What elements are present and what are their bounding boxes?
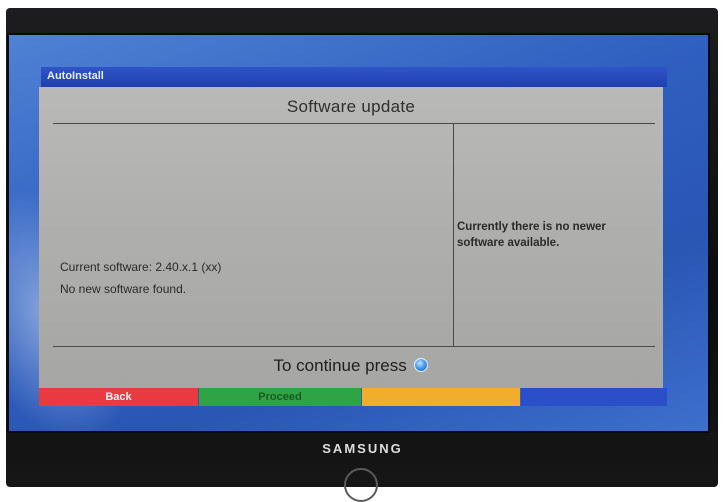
update-status-text: No new software found. bbox=[60, 282, 187, 296]
title-bar: AutoInstall bbox=[41, 67, 667, 87]
availability-message: Currently there is no newer software ava… bbox=[457, 221, 606, 249]
tv-screen: AutoInstall Software update Current soft… bbox=[7, 33, 710, 433]
window-title: AutoInstall bbox=[47, 70, 104, 82]
brand-logo: SAMSUNG bbox=[322, 441, 403, 456]
software-update-dialog: Software update Current software: 2.40.x… bbox=[39, 87, 663, 388]
back-button[interactable]: Back bbox=[39, 388, 198, 406]
proceed-button[interactable]: Proceed bbox=[199, 388, 361, 406]
current-software-text: Current software: 2.40.x.1 (xx) bbox=[60, 260, 222, 274]
power-button[interactable] bbox=[344, 468, 378, 502]
divider-top bbox=[53, 123, 655, 124]
divider-vertical bbox=[453, 124, 454, 346]
continue-prompt: To continue press bbox=[39, 356, 663, 376]
continue-text: To continue press bbox=[273, 356, 407, 375]
yellow-button[interactable] bbox=[362, 388, 520, 406]
blue-button[interactable] bbox=[521, 388, 667, 406]
dialog-heading: Software update bbox=[286, 97, 416, 116]
blue-button-icon bbox=[414, 357, 429, 372]
divider-bottom bbox=[53, 346, 655, 347]
